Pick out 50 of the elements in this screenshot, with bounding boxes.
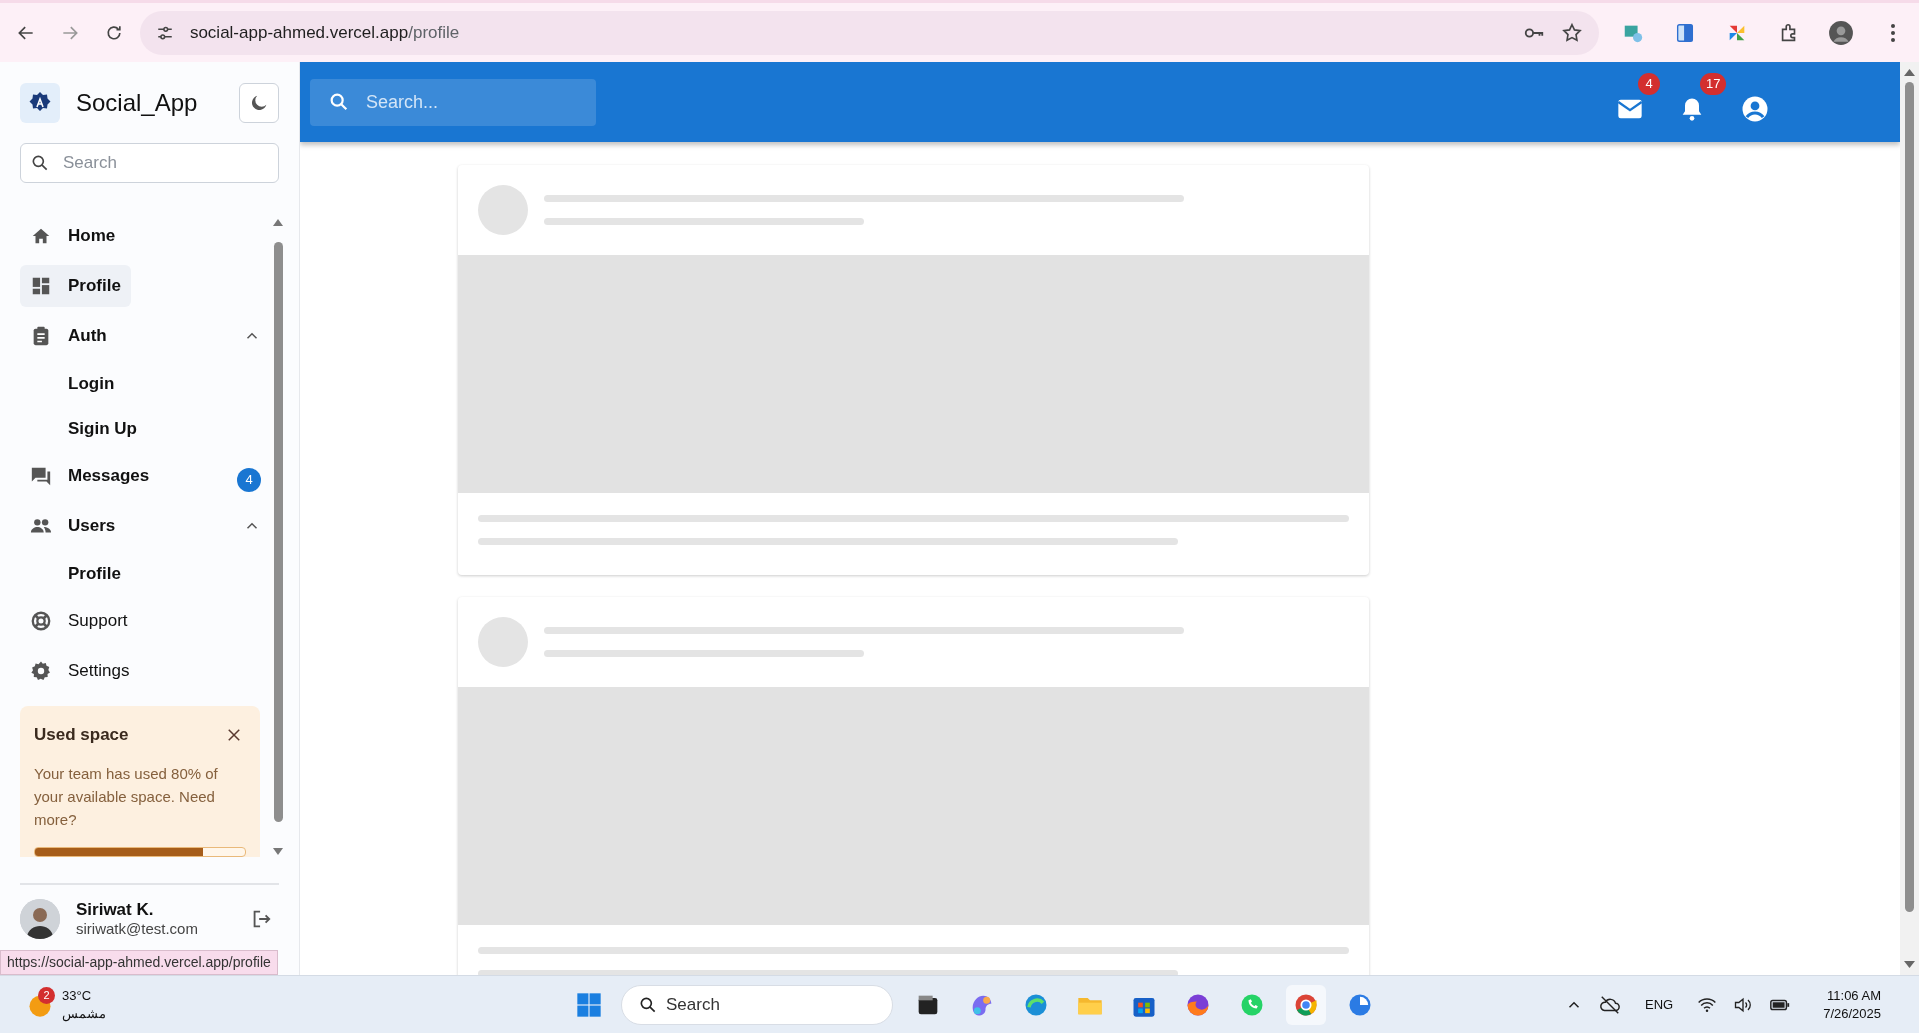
user-email: siriwatk@test.com (76, 920, 199, 939)
nav-item[interactable]: Profile (20, 265, 131, 307)
nav-item[interactable]: Users (20, 505, 126, 547)
count-badge: 4 (237, 468, 261, 492)
user-avatar (20, 899, 60, 939)
language-indicator[interactable]: ENG (1645, 995, 1674, 1014)
app-name: Social_App (76, 88, 198, 118)
url-path: /profile (408, 22, 460, 42)
cloud-off-icon[interactable] (1599, 993, 1621, 1016)
nav-subitem[interactable]: Login (58, 365, 125, 402)
windows-logo-icon (575, 990, 603, 1019)
avatar-icon (1827, 19, 1854, 46)
address-bar[interactable]: social-app-ahmed.vercel.app/profile (139, 10, 1599, 55)
nav-item[interactable]: Settings (20, 650, 140, 692)
dashboard-icon (30, 275, 52, 297)
clock[interactable]: 11:06 AM 7/26/2025 (1823, 986, 1881, 1023)
search-label: Search (666, 993, 720, 1016)
url-host: social-app-ahmed.vercel.app (189, 22, 409, 42)
nav-item[interactable]: Auth (20, 315, 117, 357)
nav-subitem[interactable]: Sigin Up (58, 410, 147, 447)
lifebuoy-icon (30, 610, 52, 632)
status-url: https://social-app-ahmed.vercel.app/profile (0, 950, 278, 975)
search-icon (30, 153, 50, 173)
weather-condition: مشمس (62, 1004, 106, 1023)
gear-icon (30, 660, 52, 682)
count-badge: 17 (1700, 73, 1727, 95)
nav-item[interactable]: Support (20, 600, 138, 642)
nav-item[interactable]: Home (20, 215, 126, 257)
user-name: Siriwat K. (76, 899, 155, 921)
count-badge: 2 (38, 986, 55, 1004)
weather-widget[interactable]: 2 (26, 990, 54, 1019)
notice-title: Used space (34, 724, 129, 746)
chat-icon (30, 465, 52, 487)
scroll-down-arrow-icon[interactable] (271, 847, 285, 857)
nav-item[interactable]: Messages (20, 455, 160, 497)
account-button[interactable] (1740, 94, 1770, 124)
star-icon (1560, 21, 1583, 44)
logo-icon (20, 83, 60, 123)
account-circle-icon (1740, 94, 1770, 124)
count-badge: 4 (1638, 73, 1660, 95)
notice-text: Your team has used 80% of your available space. Need more? (34, 763, 219, 830)
page-scrollbar[interactable] (1900, 62, 1919, 975)
taskbar-search[interactable]: Search (621, 984, 893, 1025)
scrollbar[interactable] (271, 217, 285, 857)
theme-toggle-button[interactable] (239, 83, 279, 123)
scroll-up-arrow-icon[interactable] (271, 217, 285, 227)
more-vertical-icon (1890, 23, 1895, 42)
sidebar-search-field[interactable]: Search (20, 143, 279, 183)
temperature: 33°C (62, 986, 93, 1005)
nav-subitem[interactable]: Profile (58, 555, 131, 592)
